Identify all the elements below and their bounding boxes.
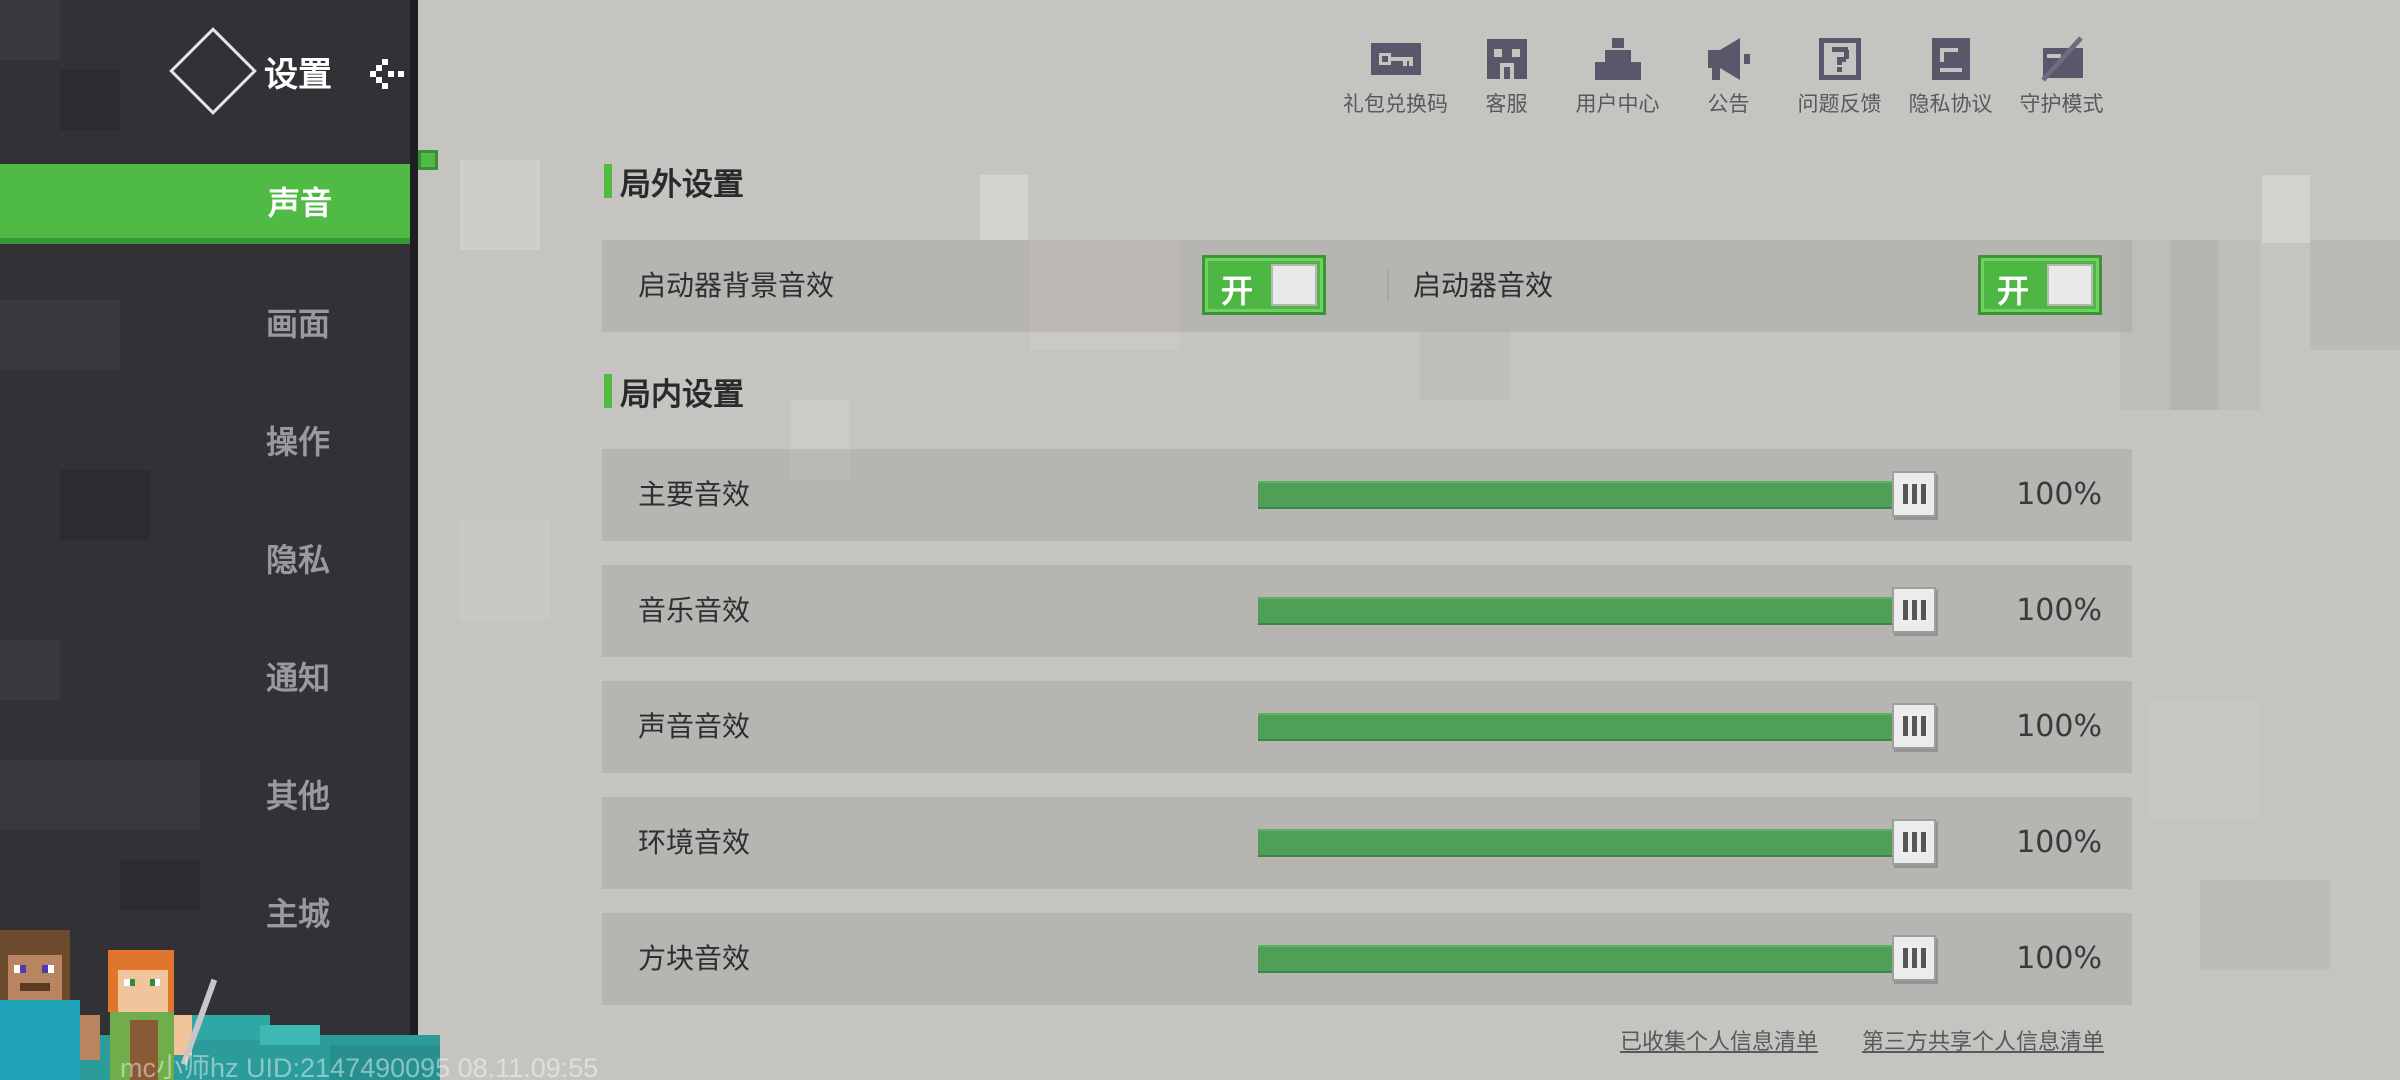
slider-value: 100% — [2016, 825, 2102, 860]
toggle-knob — [1271, 264, 1317, 306]
privacy-agreement-button[interactable]: 隐私协议 — [1895, 36, 2006, 126]
music-slider-track[interactable] — [1258, 597, 1894, 625]
slider-label: 方块音效 — [638, 942, 751, 975]
slider-label: 环境音效 — [638, 826, 751, 859]
user-center-button[interactable]: 用户中心 — [1562, 36, 1673, 126]
toggle-state-text: 开 — [1997, 272, 2030, 310]
collected-info-link[interactable]: 已收集个人信息清单 — [1620, 1024, 1818, 1056]
slider-row-voice: 声音音效 100% — [602, 681, 2132, 773]
third-party-info-link[interactable]: 第三方共享个人信息清单 — [1862, 1024, 2104, 1056]
voice-slider-handle[interactable] — [1892, 703, 1936, 749]
back-arrow-icon — [370, 59, 404, 89]
launcher-sfx-toggle[interactable]: 开 — [1978, 255, 2102, 315]
toolbar-label: 礼包兑换码 — [1343, 92, 1448, 116]
slider-row-block: 方块音效 100% — [602, 913, 2132, 1005]
launcher-sfx-label: 启动器音效 — [1413, 269, 1554, 302]
feedback-button[interactable]: 问题反馈 — [1784, 36, 1895, 126]
footer-links: 已收集个人信息清单 第三方共享个人信息清单 — [1620, 1024, 2104, 1056]
block-slider-handle[interactable] — [1892, 935, 1936, 981]
ambient-slider-track[interactable] — [1258, 829, 1894, 857]
sidebar-item-notification[interactable]: 通知 — [0, 636, 410, 716]
section-title-text: 局内设置 — [620, 376, 744, 413]
document-icon — [1925, 36, 1977, 82]
slider-row-main-sound: 主要音效 100% — [602, 449, 2132, 541]
toolbar-label: 用户中心 — [1575, 92, 1660, 116]
main-sound-slider-track[interactable] — [1258, 481, 1894, 509]
block-slider-track[interactable] — [1258, 945, 1894, 973]
slider-value: 100% — [2016, 709, 2102, 744]
sidebar-item-label: 画面 — [265, 305, 330, 343]
slider-row-ambient: 环境音效 100% — [602, 797, 2132, 889]
slider-value: 100% — [2016, 477, 2102, 512]
sidebar-item-label: 操作 — [265, 423, 330, 461]
section-accent-bar — [604, 374, 612, 408]
announcement-button[interactable]: 公告 — [1673, 36, 1784, 126]
sidebar-item-controls[interactable]: 操作 — [0, 400, 410, 480]
section-accent-bar — [604, 164, 612, 198]
active-tab-indicator — [418, 150, 438, 170]
sidebar-item-label: 通知 — [265, 659, 330, 697]
toolbar-label: 隐私协议 — [1908, 92, 1993, 116]
slider-label: 声音音效 — [638, 710, 751, 743]
slider-label: 主要音效 — [638, 478, 751, 511]
sidebar-item-label: 其他 — [265, 777, 330, 815]
section-title-text: 局外设置 — [620, 166, 744, 203]
sidebar-item-display[interactable]: 画面 — [0, 282, 410, 362]
toggle-knob — [2047, 264, 2093, 306]
slider-value: 100% — [2016, 593, 2102, 628]
toolbar-label: 客服 — [1485, 92, 1528, 116]
customer-service-button[interactable]: 客服 — [1451, 36, 1562, 126]
sidebar-item-sound[interactable]: 声音 — [0, 164, 410, 244]
inside-settings-title: 局内设置 — [604, 373, 744, 413]
guardian-icon — [2036, 36, 2088, 82]
back-button[interactable]: 设置 — [169, 27, 404, 115]
sidebar-item-label: 隐私 — [265, 541, 330, 579]
settings-screen: 设置 声音 画面 操作 隐私 通知 其他 主城 mc小师hz UID:21474… — [0, 0, 2400, 1080]
main-sound-slider-handle[interactable] — [1892, 471, 1936, 517]
uid-watermark: mc小师hz UID:2147490095 08.11.09:55 — [120, 1053, 599, 1080]
outside-settings-row: 启动器背景音效 开 启动器音效 开 — [602, 240, 2132, 332]
back-diamond-frame — [169, 27, 257, 115]
megaphone-icon — [1703, 36, 1755, 82]
launcher-bg-sound-label: 启动器背景音效 — [638, 269, 835, 302]
music-slider-handle[interactable] — [1892, 587, 1936, 633]
slider-row-music: 音乐音效 100% — [602, 565, 2132, 657]
sidebar-item-privacy[interactable]: 隐私 — [0, 518, 410, 598]
settings-title: 设置 — [264, 54, 332, 95]
row-divider — [1387, 270, 1389, 302]
gift-code-button[interactable]: 礼包兑换码 — [1340, 36, 1451, 126]
key-icon — [1370, 36, 1422, 82]
toolbar-label: 守护模式 — [2019, 92, 2104, 116]
customer-service-icon — [1481, 36, 1533, 82]
slider-label: 音乐音效 — [638, 594, 751, 627]
sidebar-item-label: 声音 — [267, 184, 332, 222]
slider-value: 100% — [2016, 941, 2102, 976]
user-center-icon — [1592, 36, 1644, 82]
guardian-mode-button[interactable]: 守护模式 — [2006, 36, 2117, 126]
toolbar-label: 问题反馈 — [1797, 92, 1882, 116]
launcher-bg-sound-toggle[interactable]: 开 — [1202, 255, 1326, 315]
top-toolbar: 礼包兑换码 客服 用户中心 公告 问题反馈 隐私协议 守护模式 — [1340, 36, 2117, 126]
question-icon — [1814, 36, 1866, 82]
voice-slider-track[interactable] — [1258, 713, 1894, 741]
ambient-slider-handle[interactable] — [1892, 819, 1936, 865]
outside-settings-title: 局外设置 — [604, 163, 744, 203]
toolbar-label: 公告 — [1707, 92, 1750, 116]
sidebar-item-other[interactable]: 其他 — [0, 754, 410, 834]
toggle-state-text: 开 — [1221, 272, 1254, 310]
